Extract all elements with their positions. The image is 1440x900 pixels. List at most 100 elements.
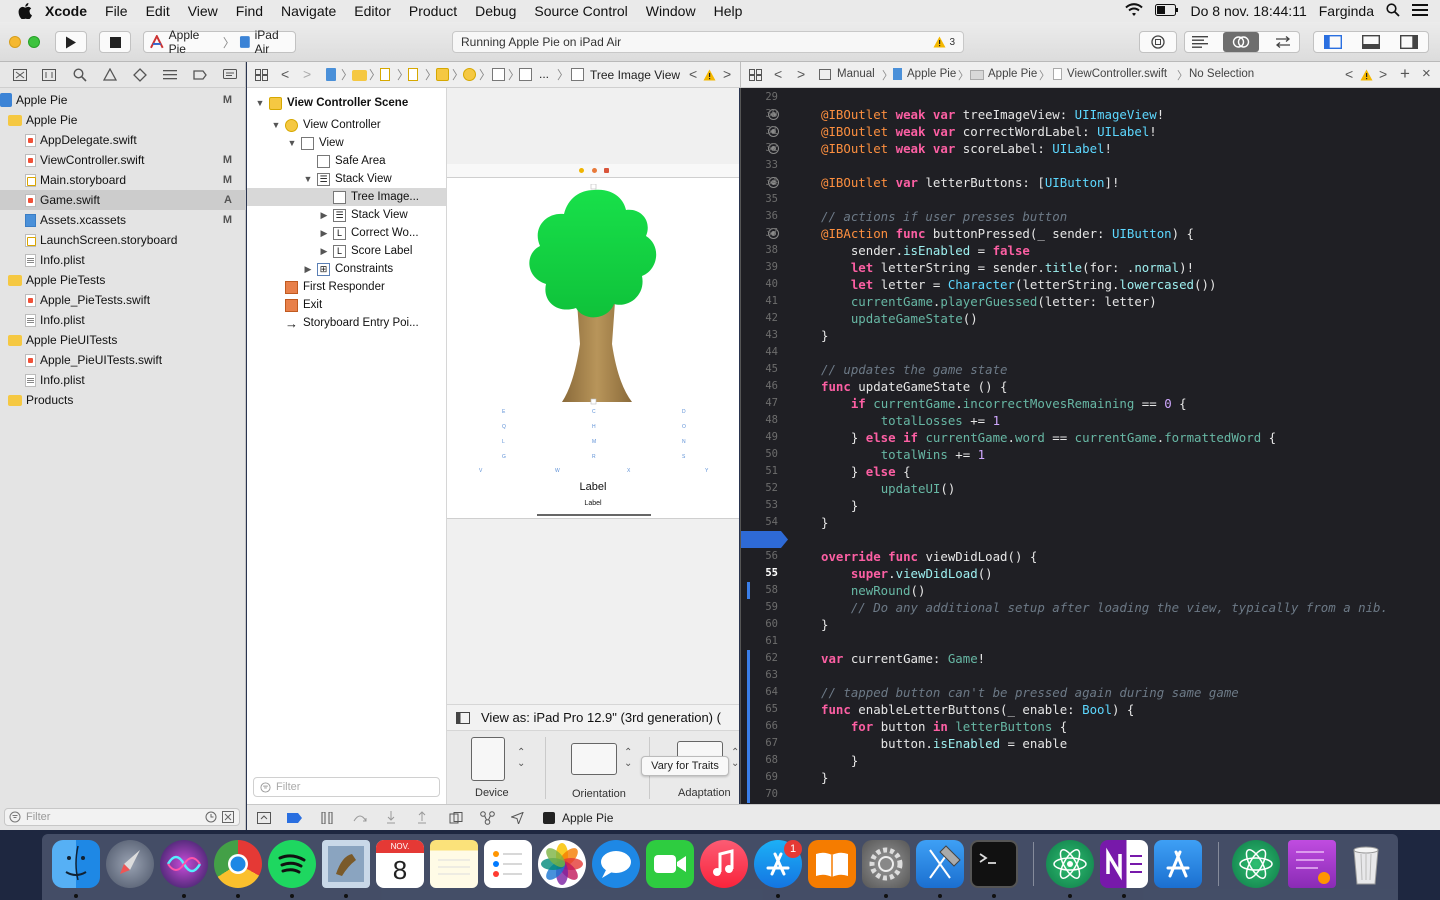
navigator-group-row[interactable]: Apple PieUITests [0,330,246,350]
disclosure-open-icon[interactable]: ▼ [271,120,281,130]
view-controller-crumb-icon[interactable] [463,68,476,81]
editor-mode-segmented[interactable] [1184,31,1300,53]
debug-navigator-icon[interactable] [163,69,177,81]
books-icon[interactable] [808,840,856,888]
notification-center-icon[interactable] [1406,3,1440,19]
navigator-file-row[interactable]: Apple_PieTests.swift [0,290,246,310]
assistant-mode-icon[interactable] [819,69,831,80]
onenote-icon[interactable] [1100,840,1148,888]
stepper-icon[interactable]: ⌃ ⌄ [731,747,739,769]
navigator-file-row[interactable]: Apple_PieUITests.swift [0,350,246,370]
storyboard-crumb-icon[interactable] [380,68,390,81]
correct-word-label[interactable]: Label [447,481,739,493]
navigator-file-row[interactable]: ViewController.swift M [0,150,246,170]
warning-icon[interactable] [1360,69,1373,81]
hide-debug-area-icon[interactable] [257,812,271,824]
outline-row[interactable]: ▶ ⊞ Constraints [247,260,446,278]
close-editor-icon[interactable]: × [1422,65,1431,82]
source-editor[interactable]: 29 30 @IBOutlet weak var treeImageView: U… [740,88,1440,804]
previous-issue-icon[interactable]: < [1345,66,1353,82]
outline-row[interactable]: ▶ ☰ Stack View [247,206,446,224]
imageview-crumb-icon[interactable] [571,68,584,81]
breakpoint-navigator-icon[interactable] [193,69,207,81]
music-icon[interactable] [700,840,748,888]
library-button[interactable] [1139,31,1177,53]
previous-issue-icon[interactable]: < [689,66,697,82]
navigator-project-row[interactable]: Apple Pie M [0,90,246,110]
calendar-icon[interactable]: NOV. 8 [376,840,424,888]
finder-icon[interactable] [52,840,100,888]
window-minimize-button[interactable] [9,36,21,48]
debug-target-name[interactable]: Apple Pie [562,811,613,825]
vary-for-traits-button[interactable]: Vary for Traits [641,756,729,776]
navigator-group-row[interactable]: Products [0,390,246,410]
outline-filter-field[interactable]: Filter [253,777,440,797]
outline-row[interactable]: ▼ View Controller Scene [247,94,446,112]
stepper-icon[interactable]: ⌃ ⌄ [517,747,525,769]
xcode-tools-icon[interactable] [1154,840,1202,888]
project-crumb-icon[interactable] [326,68,336,81]
view-crumb-icon[interactable] [492,68,505,81]
disclosure-closed-icon[interactable]: ▶ [319,246,329,257]
stackview-crumb-icon[interactable] [519,68,532,81]
menu-window[interactable]: Window [637,0,705,22]
scene-crumb-icon[interactable] [436,68,449,81]
outline-row[interactable]: Exit [247,296,446,314]
next-issue-icon[interactable]: > [723,66,731,82]
project-navigator-icon[interactable] [13,69,27,81]
menu-debug[interactable]: Debug [466,0,525,22]
outline-row[interactable]: First Responder [247,278,446,296]
stop-button[interactable] [99,31,131,53]
tree-image-icon[interactable] [522,184,667,409]
preview-icon[interactable] [322,840,370,888]
forward-arrow-icon[interactable]: > [303,66,311,82]
back-arrow-icon[interactable]: < [281,66,289,82]
menu-source-control[interactable]: Source Control [525,0,636,22]
notes-icon[interactable] [430,840,478,888]
view-as-bar[interactable]: View as: iPad Pro 12.9" (3rd generation)… [447,704,739,730]
messages-icon[interactable] [592,840,640,888]
navigator-group-row[interactable]: Apple PieTests [0,270,246,290]
outline-row[interactable]: ▼ View Controller [247,116,446,134]
breadcrumb-manual[interactable]: Manual [837,68,875,80]
xcode-icon[interactable] [916,840,964,888]
navigator-file-row[interactable]: Assets.xcassets M [0,210,246,230]
warning-indicator[interactable]: 3 [933,36,955,48]
outline-row-selected[interactable]: Tree Image... [247,188,446,206]
wifi-icon[interactable] [1119,2,1149,20]
inspector-toggle-icon[interactable] [1400,35,1418,49]
reminders-icon[interactable] [484,840,532,888]
folder-crumb-icon[interactable] [352,70,367,81]
navigator-file-row[interactable]: AppDelegate.swift [0,130,246,150]
test-navigator-icon[interactable] [133,68,147,82]
view-controller-scene[interactable]: E C D Q H O L M N G R S V W X Y Label Label [447,177,739,519]
step-out-icon[interactable] [417,811,427,824]
run-button[interactable] [55,31,87,53]
disclosure-closed-icon[interactable]: ▶ [319,228,329,239]
outline-row[interactable]: Safe Area [247,152,446,170]
vc-dock-icon[interactable] [579,168,584,173]
location-icon[interactable] [511,812,524,824]
pause-icon[interactable] [321,812,333,824]
version-editor-icon[interactable] [1274,36,1292,48]
outline-row[interactable]: ▼ View [247,134,446,152]
next-issue-icon[interactable]: > [1379,66,1387,82]
outline-row[interactable]: ▼ ☰ Stack View [247,170,446,188]
menu-app-name[interactable]: Xcode [36,0,96,22]
breakpoints-toggle-icon[interactable] [287,813,302,823]
stepper-icon[interactable]: ⌃ ⌄ [624,747,632,769]
menu-view[interactable]: View [179,0,227,22]
standard-editor-icon[interactable] [1192,36,1209,48]
spotlight-search-icon[interactable] [1380,2,1406,20]
window-zoom-button[interactable] [28,36,40,48]
apple-logo-icon[interactable] [14,0,36,22]
photos-icon[interactable] [538,840,586,888]
report-navigator-icon[interactable] [223,69,237,81]
facetime-icon[interactable] [646,840,694,888]
scm-filter-icon[interactable] [222,811,234,823]
launchpad-icon[interactable] [106,840,154,888]
related-items-icon[interactable] [749,69,762,81]
warning-icon[interactable] [703,69,716,81]
menu-help[interactable]: Help [705,0,752,22]
navigator-file-row-selected[interactable]: Game.swift A [0,190,246,210]
